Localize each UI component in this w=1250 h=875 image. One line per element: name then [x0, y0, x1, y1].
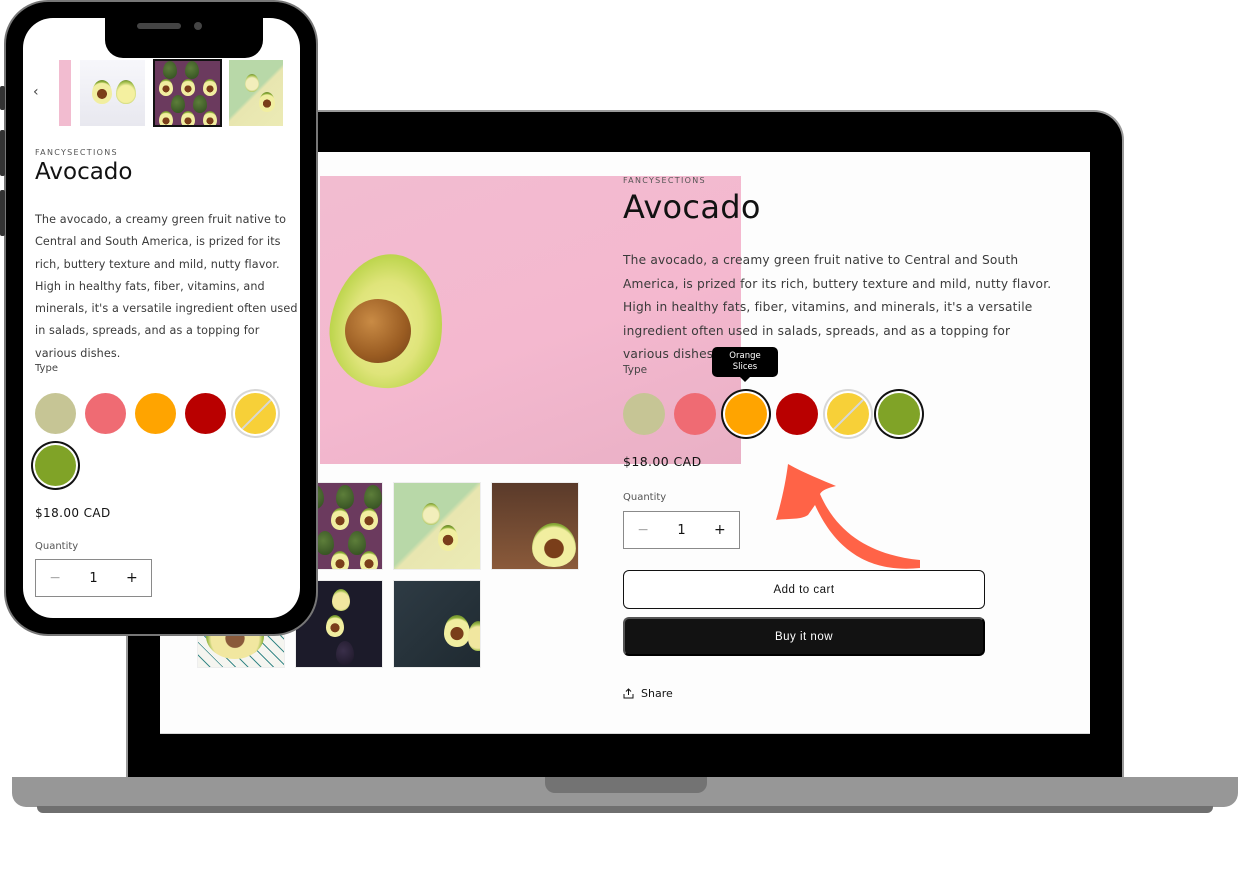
- swatch-4[interactable]: [776, 393, 818, 435]
- carousel-thumb-avocado-pattern-purple-active[interactable]: [153, 59, 222, 127]
- swatch-1[interactable]: [623, 393, 665, 435]
- mobile-swatch-6-selected[interactable]: [35, 445, 76, 486]
- mobile-product-description: The avocado, a creamy green fruit native…: [35, 213, 298, 360]
- quantity-decrease-button[interactable]: −: [624, 522, 662, 538]
- mobile-quantity-input[interactable]: 1: [74, 571, 112, 586]
- tooltip-line-1: Orange: [729, 351, 761, 361]
- mobile-product-title: Avocado: [35, 159, 133, 185]
- phone-side-button: [0, 86, 5, 110]
- tooltip-line-2: Slices: [732, 362, 758, 372]
- swatch-5-unavailable[interactable]: [827, 393, 869, 435]
- type-swatches: [623, 393, 920, 435]
- mobile-quantity-stepper: − 1 +: [35, 559, 152, 597]
- laptop-base-lip: [37, 806, 1213, 813]
- product-price: $18.00 CAD: [623, 454, 702, 469]
- mobile-swatch-orange-slices[interactable]: [135, 393, 176, 434]
- product-vendor: FANCYSECTIONS: [623, 176, 706, 185]
- carousel-thumb-pink[interactable]: [59, 60, 71, 126]
- share-button[interactable]: Share: [623, 687, 673, 700]
- mobile-quantity-increase-button[interactable]: +: [113, 570, 151, 586]
- phone-notch: [105, 18, 263, 58]
- carousel-prev-icon[interactable]: ‹: [33, 84, 39, 100]
- swatch-6-selected[interactable]: [878, 393, 920, 435]
- thumbnail-avocado-wood[interactable]: [491, 482, 579, 570]
- phone-side-button: [0, 130, 5, 176]
- mobile-swatch-5-unavailable[interactable]: [235, 393, 276, 434]
- buy-it-now-button[interactable]: Buy it now: [623, 617, 985, 656]
- product-description: The avocado, a creamy green fruit native…: [623, 253, 1052, 362]
- quantity-increase-button[interactable]: +: [701, 522, 739, 538]
- quantity-stepper: − 1 +: [623, 511, 740, 549]
- share-icon: [623, 688, 634, 699]
- mobile-quantity-label: Quantity: [35, 541, 79, 552]
- mobile-swatch-1[interactable]: [35, 393, 76, 434]
- mobile-product-price: $18.00 CAD: [35, 506, 111, 520]
- annotation-arrow-icon: [776, 464, 920, 569]
- phone-speaker: [137, 23, 181, 29]
- share-label: Share: [641, 687, 673, 700]
- swatch-tooltip: Orange Slices: [712, 347, 778, 382]
- swatch-orange-slices[interactable]: [725, 393, 767, 435]
- type-label: Type: [623, 364, 648, 376]
- mobile-type-label: Type: [35, 363, 58, 374]
- quantity-input[interactable]: 1: [662, 523, 700, 538]
- carousel-thumb-avocado-halves-white[interactable]: [80, 60, 145, 126]
- mobile-product-page: ‹ FANCYSECTIONS Avocado The avocado, a c…: [23, 18, 300, 618]
- carousel-thumb-avocado-green-yellow[interactable]: [229, 60, 283, 126]
- phone-camera: [194, 22, 202, 30]
- mobile-type-swatches: [35, 393, 300, 486]
- product-title: Avocado: [623, 188, 761, 226]
- laptop-notch: [545, 777, 707, 793]
- phone-side-button: [0, 190, 5, 236]
- thumbnail-avocado-slate[interactable]: [393, 580, 481, 668]
- mockup-stage: FANCYSECTIONS Avocado The avocado, a cre…: [0, 0, 1250, 875]
- mobile-quantity-decrease-button[interactable]: −: [36, 570, 74, 586]
- mobile-image-carousel: ‹: [23, 59, 300, 127]
- quantity-label: Quantity: [623, 492, 667, 503]
- thumbnail-avocado-green-yellow[interactable]: [393, 482, 481, 570]
- mobile-swatch-4[interactable]: [185, 393, 226, 434]
- swatch-2[interactable]: [674, 393, 716, 435]
- avocado-pit-image: [345, 299, 411, 363]
- mobile-swatch-2[interactable]: [85, 393, 126, 434]
- mobile-product-vendor: FANCYSECTIONS: [35, 148, 118, 157]
